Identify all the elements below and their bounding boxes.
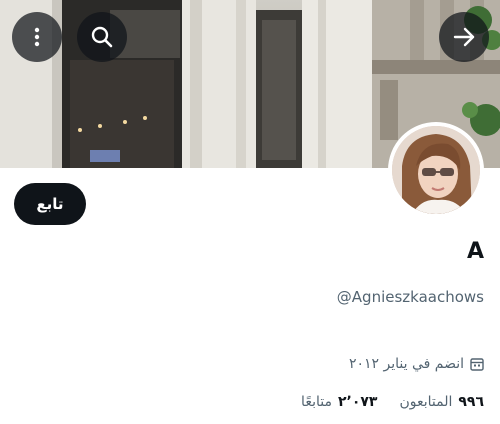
avatar[interactable] (388, 122, 484, 218)
username-handle: @Agnieszkaachows (336, 288, 484, 306)
following-count: ٢٬٠٧٣ (337, 394, 378, 410)
back-button[interactable] (439, 12, 489, 62)
following-label: متابعًا (301, 394, 332, 410)
followers-link[interactable]: ٩٩٦ المتابعون (399, 393, 484, 411)
following-link[interactable]: ٢٬٠٧٣ متابعًا (301, 393, 377, 411)
follow-button[interactable]: تابع (14, 183, 86, 225)
calendar-icon (470, 357, 484, 371)
join-date-text: انضم في يناير ٢٠١٢ (348, 356, 464, 372)
search-icon (91, 26, 113, 48)
arrow-right-icon (453, 27, 475, 47)
avatar-image (392, 126, 480, 214)
join-date: انضم في يناير ٢٠١٢ (349, 355, 484, 373)
more-vertical-icon (34, 27, 40, 47)
follow-button-label: تابع (36, 195, 64, 213)
search-button[interactable] (77, 12, 127, 62)
followers-label: المتابعون (399, 394, 453, 410)
followers-count: ٩٩٦ (458, 394, 484, 410)
more-button[interactable] (12, 12, 62, 62)
display-name: A (466, 239, 484, 264)
profile-stats: ٩٩٦ المتابعون ٢٬٠٧٣ متابعًا (279, 393, 484, 411)
